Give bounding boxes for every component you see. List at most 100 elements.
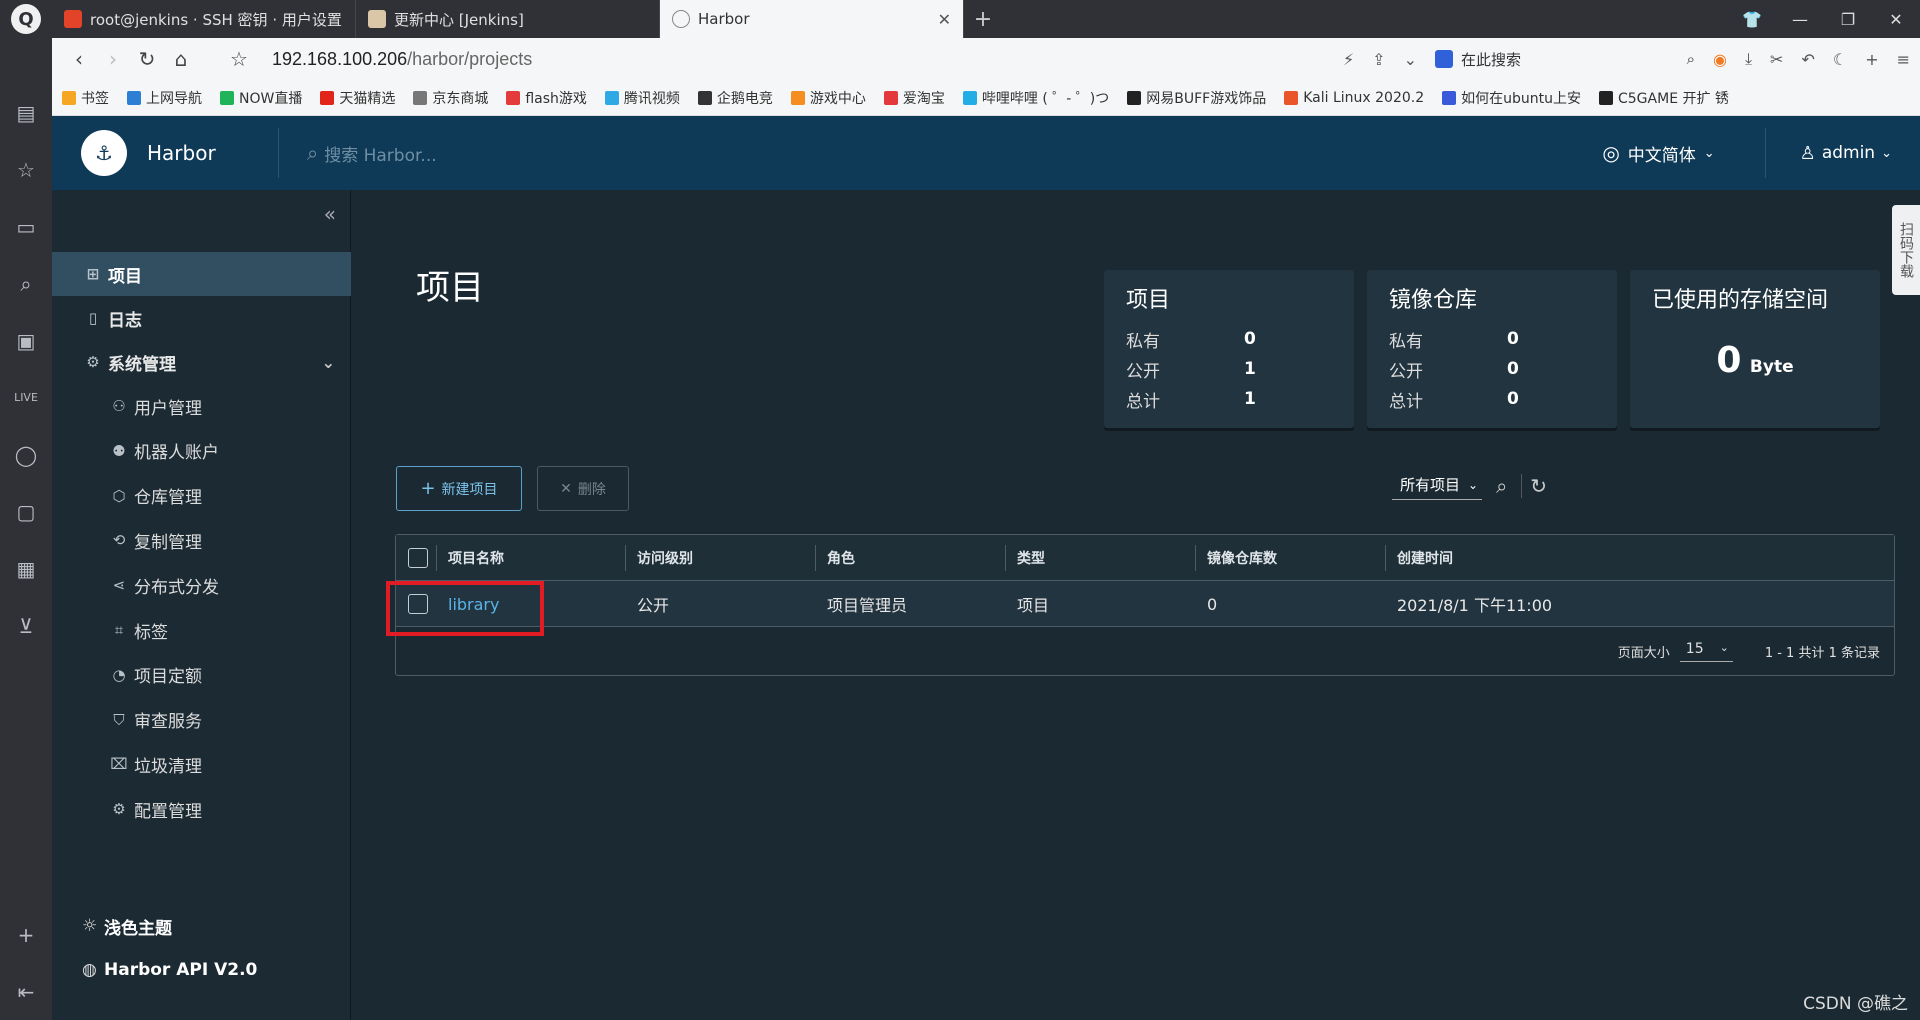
- nav-subitem[interactable]: ⬡ 仓库管理: [52, 474, 351, 518]
- star-icon[interactable]: ☆: [0, 141, 52, 198]
- browser-logo[interactable]: Q: [0, 0, 52, 38]
- translate-icon[interactable]: ▦: [0, 540, 52, 597]
- nav-subitem[interactable]: ⌗ 标签: [52, 608, 351, 652]
- refresh-icon[interactable]: ↻: [1521, 474, 1547, 498]
- column-header-access[interactable]: 访问级别: [637, 535, 693, 581]
- bookmark-item[interactable]: 游戏中心: [790, 88, 866, 108]
- bookmark-item[interactable]: flash游戏: [506, 88, 587, 108]
- system-admin-icon: ⚙: [86, 353, 100, 371]
- forward-icon[interactable]: ›: [96, 47, 130, 71]
- download-icon[interactable]: ⤓: [1745, 49, 1752, 69]
- bookmark-item[interactable]: 腾讯视频: [604, 88, 680, 108]
- collapse-sidebar-icon[interactable]: ⇤: [0, 963, 52, 1020]
- nav-subitem[interactable]: ⌧ 垃圾清理: [52, 742, 351, 786]
- bookmark-favicon-icon: [220, 90, 234, 105]
- nav-subitem[interactable]: ◔ 项目定额: [52, 653, 351, 697]
- app-name[interactable]: Harbor: [147, 141, 242, 165]
- chevron-down-icon[interactable]: ⌄: [1404, 50, 1417, 69]
- nav-subitem[interactable]: ⟲ 复制管理: [52, 518, 351, 562]
- delete-button[interactable]: ✕ 删除: [537, 466, 629, 511]
- video-icon[interactable]: ▣: [0, 312, 52, 369]
- nav-subitem[interactable]: ⛉ 审查服务: [52, 698, 351, 742]
- search-icon[interactable]: ⌕: [1687, 50, 1695, 68]
- back-icon[interactable]: ‹: [62, 47, 96, 71]
- nav-subitem[interactable]: ⚇ 用户管理: [52, 384, 351, 428]
- add-icon[interactable]: +: [0, 906, 52, 963]
- column-header-name[interactable]: 项目名称: [448, 535, 504, 581]
- nav-item-projects[interactable]: ⊞ 项目: [52, 252, 351, 296]
- close-window-icon[interactable]: ✕: [1872, 10, 1920, 29]
- bookmark-item[interactable]: 网易BUFF游戏饰品: [1127, 88, 1266, 108]
- column-header-type[interactable]: 类型: [1017, 535, 1045, 581]
- tab-jenkins[interactable]: 更新中心 [Jenkins]: [356, 0, 660, 38]
- plus-icon[interactable]: +: [1865, 50, 1878, 69]
- book-icon[interactable]: ▭: [0, 198, 52, 255]
- global-search[interactable]: ⌕ 搜索 Harbor...: [307, 141, 437, 166]
- bookmark-item[interactable]: C5GAME 开扩 锈: [1599, 88, 1729, 108]
- column-header-role[interactable]: 角色: [827, 535, 855, 581]
- moon-icon[interactable]: ☾: [1833, 50, 1847, 69]
- column-header-repo-count[interactable]: 镜像仓库数: [1207, 535, 1277, 581]
- search-icon[interactable]: ⌕: [1496, 474, 1507, 498]
- nav-subitem[interactable]: ⚙ 配置管理: [52, 787, 351, 831]
- api-link[interactable]: ◍ Harbor API V2.0: [52, 948, 351, 992]
- scissors-icon[interactable]: ✂: [1770, 50, 1783, 69]
- column-header-created[interactable]: 创建时间: [1397, 535, 1453, 581]
- share-icon[interactable]: ⇪: [1372, 50, 1385, 69]
- pagination-info: 1 - 1 共计 1 条记录: [1764, 645, 1880, 661]
- bookmark-item[interactable]: 京东商城: [413, 88, 488, 108]
- language-selector[interactable]: ◎ 中文简体 ⌄: [1602, 141, 1714, 166]
- bookmark-item[interactable]: 书签: [62, 88, 109, 108]
- chat-icon[interactable]: ◯: [0, 426, 52, 483]
- bookmark-item[interactable]: Kali Linux 2020.2: [1284, 90, 1424, 106]
- nav-item-logs[interactable]: ▯ 日志: [52, 296, 351, 340]
- undo-icon[interactable]: ↶: [1801, 50, 1814, 69]
- collapse-nav-icon[interactable]: «: [324, 202, 336, 226]
- bookmark-item[interactable]: 企鹅电竞: [697, 88, 773, 108]
- nav-subitem[interactable]: ⚉ 机器人账户: [52, 429, 351, 473]
- bookmark-item[interactable]: 如何在ubuntu上安: [1442, 88, 1581, 108]
- theme-toggle[interactable]: ☼ 浅色主题: [52, 904, 351, 948]
- tab-harbor[interactable]: Harbor ✕: [660, 0, 964, 38]
- live-icon[interactable]: LIVE: [0, 369, 52, 426]
- harbor-logo-icon[interactable]: ⚓: [81, 130, 127, 176]
- nav-subitem[interactable]: ⋖ 分布式分发: [52, 563, 351, 607]
- bookmark-item[interactable]: 哔哩哔哩 ( ゜- ゜)つ: [962, 88, 1109, 108]
- new-tab-button[interactable]: +: [964, 0, 1002, 38]
- search-input[interactable]: 搜索 Harbor...: [324, 141, 436, 166]
- table-row[interactable]: library 公开 项目管理员 项目 0 2021/8/1 下午11:00: [396, 581, 1894, 627]
- user-menu[interactable]: ♙ admin ⌄: [1800, 143, 1892, 164]
- search-icon[interactable]: ⌕: [0, 255, 52, 312]
- tab-gitlab[interactable]: root@jenkins · SSH 密钥 · 用户设置: [52, 0, 356, 38]
- select-all-checkbox[interactable]: [408, 548, 428, 568]
- reload-icon[interactable]: ↻: [130, 47, 164, 71]
- bookmark-label: 上网导航: [146, 90, 202, 107]
- bookmark-item[interactable]: 爱淘宝: [883, 88, 945, 108]
- shirt-icon[interactable]: 👕: [1728, 10, 1776, 29]
- notes-icon[interactable]: ▤: [0, 84, 52, 141]
- close-tab-icon[interactable]: ✕: [938, 10, 951, 29]
- minimize-icon[interactable]: —: [1776, 10, 1824, 29]
- cart-icon[interactable]: ⊻: [0, 597, 52, 654]
- restore-icon[interactable]: ❐: [1824, 10, 1872, 29]
- browser-search-box[interactable]: 在此搜索 ⌕: [1434, 49, 1695, 70]
- lightning-icon[interactable]: ⚡: [1343, 50, 1354, 69]
- menu-icon[interactable]: ≡: [1897, 50, 1910, 69]
- bookmark-item[interactable]: 天猫精选: [320, 88, 395, 108]
- home-icon[interactable]: ⌂: [164, 47, 198, 71]
- harbor-header: ⚓ Harbor ⌕ 搜索 Harbor... ◎ 中文简体 ⌄ ♙ admin…: [52, 116, 1920, 190]
- bookmark-star-icon[interactable]: ☆: [222, 47, 256, 71]
- gamepad-icon[interactable]: ◉: [1713, 50, 1727, 69]
- nav-item-system-admin[interactable]: ⚙ 系统管理 ⌄: [52, 340, 351, 384]
- bookmark-favicon-icon: [697, 90, 712, 105]
- briefcase-icon[interactable]: ▢: [0, 483, 52, 540]
- new-project-button[interactable]: + 新建项目: [396, 466, 522, 511]
- project-filter-select[interactable]: 所有项目 ⌄: [1392, 472, 1483, 500]
- bookmark-item[interactable]: 上网导航: [127, 88, 202, 108]
- username: admin: [1821, 143, 1876, 163]
- page-size-select[interactable]: 15 ⌄: [1679, 641, 1733, 662]
- side-float-tab[interactable]: 扫码下载: [1892, 205, 1920, 295]
- url-field[interactable]: 192.168.100.206/harbor/projects: [272, 49, 532, 70]
- browser-sidebar: ▤ ☆ ▭ ⌕ ▣ LIVE ◯ ▢ ▦ ⊻ + ⇤: [0, 38, 52, 1020]
- bookmark-item[interactable]: NOW直播: [220, 88, 302, 108]
